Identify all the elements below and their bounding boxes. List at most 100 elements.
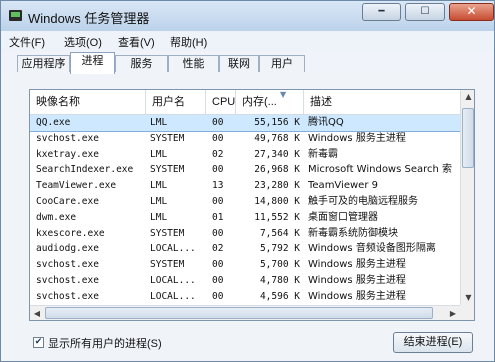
vertical-scrollbar[interactable]: ▲ ▼ — [460, 90, 474, 305]
cell-cpu: 02 — [212, 243, 224, 255]
cell-name: svchost.exe — [36, 290, 99, 302]
cell-desc: Microsoft Windows Search 索 — [308, 164, 453, 176]
menu-options[interactable]: 选项(O) — [64, 34, 102, 50]
table-row[interactable]: CooCare.exe LML 00 14,800 K 触手可及的电脑远程服务 — [30, 194, 460, 210]
cell-desc: Windows 服务主进程 — [308, 274, 406, 286]
cell-user: SYSTEM — [150, 259, 185, 271]
cell-user: LOCAL... — [150, 290, 196, 302]
column-user-name[interactable]: 用户名 — [146, 90, 206, 114]
cell-cpu: 00 — [212, 290, 224, 302]
table-row[interactable]: svchost.exe LOCAL... 00 4,596 K Windows 服务主进… — [30, 289, 460, 305]
cell-desc: Windows 服务主进程 — [308, 290, 406, 302]
cell-user: SYSTEM — [150, 132, 185, 144]
cell-name: dwm.exe — [36, 211, 77, 223]
cell-user: LOCAL... — [150, 274, 196, 286]
table-row[interactable]: dwm.exe LML 01 11,552 K 桌面窗口管理器 — [30, 210, 460, 226]
table-row[interactable]: svchost.exe SYSTEM 00 5,700 K Windows 服务主进程 — [30, 257, 460, 273]
column-image-name[interactable]: 映像名称 — [30, 90, 146, 114]
cell-name: svchost.exe — [36, 274, 99, 286]
cell-user: LML — [150, 211, 168, 223]
scroll-up-icon[interactable]: ▲ — [461, 90, 474, 104]
table-row[interactable]: SearchIndexer.exe SYSTEM 00 26,968 K Microso… — [30, 162, 460, 178]
cell-mem: 7,564 K — [259, 227, 300, 239]
column-header: 映像名称 用户名 CPU 内存(... 描述 ▼ — [30, 90, 460, 115]
cell-name: kxescore.exe — [36, 227, 105, 239]
close-icon: ✕ — [466, 4, 477, 18]
cell-desc: 新毒霸 — [308, 148, 338, 160]
cell-desc: Windows 音频设备图形隔离 — [308, 243, 436, 255]
process-list[interactable]: 映像名称 用户名 CPU 内存(... 描述 ▼ QQ.exe LML 00 55,1… — [29, 89, 475, 321]
grip-icon — [460, 305, 474, 320]
table-row[interactable]: TeamViewer.exe LML 13 23,280 K TeamViewer 9 — [30, 178, 460, 194]
cell-user: SYSTEM — [150, 227, 185, 239]
minimize-icon: ━ — [378, 6, 385, 17]
maximize-button[interactable]: ☐ — [405, 3, 445, 21]
process-rows: QQ.exe LML 00 55,156 K 腾讯QQ svchost.exe SYSTEM… — [30, 115, 460, 305]
cell-name: svchost.exe — [36, 132, 99, 144]
menu-view[interactable]: 查看(V) — [118, 34, 155, 50]
cell-mem: 49,768 K — [254, 132, 300, 144]
horizontal-scroll-thumb[interactable] — [45, 307, 433, 319]
table-row[interactable]: kxetray.exe LML 02 27,340 K 新毒霸 — [30, 147, 460, 163]
tab-processes[interactable]: 进程 — [70, 52, 115, 74]
tab-applications[interactable]: 应用程序 — [17, 55, 70, 72]
cell-name: CooCare.exe — [36, 195, 99, 207]
cell-user: LOCAL... — [150, 243, 196, 255]
menu-bar: 文件(F) 选项(O) 查看(V) 帮助(H) — [1, 31, 494, 51]
horizontal-scrollbar[interactable]: ◀ ▶ — [30, 305, 460, 320]
scroll-right-icon[interactable]: ▶ — [446, 306, 460, 320]
cell-cpu: 00 — [212, 195, 224, 207]
tab-users[interactable]: 用户 — [259, 55, 305, 72]
cell-user: LML — [150, 117, 168, 128]
cell-user: LML — [150, 195, 168, 207]
cell-mem: 4,780 K — [259, 274, 300, 286]
table-row[interactable]: kxescore.exe SYSTEM 00 7,564 K 新毒霸系统防御模块 — [30, 226, 460, 242]
cell-cpu: 00 — [212, 164, 224, 176]
cell-name: QQ.exe — [36, 117, 71, 128]
menu-file[interactable]: 文件(F) — [9, 34, 45, 50]
checkbox-icon[interactable]: ✔ — [33, 337, 44, 348]
vertical-scroll-thumb[interactable] — [462, 108, 474, 168]
window-title: Windows 任务管理器 — [28, 11, 150, 26]
cell-cpu: 00 — [212, 132, 224, 144]
cell-user: LML — [150, 180, 168, 192]
cell-mem: 5,700 K — [259, 259, 300, 271]
column-cpu[interactable]: CPU — [206, 90, 236, 114]
table-row[interactable]: QQ.exe LML 00 55,156 K 腾讯QQ — [30, 115, 460, 132]
cell-mem: 14,800 K — [254, 195, 300, 207]
table-row[interactable]: svchost.exe SYSTEM 00 49,768 K Windows 服务主进程 — [30, 131, 460, 147]
column-memory[interactable]: 内存(... — [236, 90, 304, 114]
cell-cpu: 00 — [212, 227, 224, 239]
cell-name: kxetray.exe — [36, 148, 99, 160]
app-icon — [9, 10, 22, 21]
scroll-down-icon[interactable]: ▼ — [461, 291, 474, 305]
menu-help[interactable]: 帮助(H) — [170, 34, 207, 50]
show-all-users-label[interactable]: 显示所有用户的进程(S) — [48, 335, 162, 351]
cell-desc: 触手可及的电脑远程服务 — [308, 195, 418, 207]
cell-user: SYSTEM — [150, 164, 185, 176]
table-row[interactable]: audiodg.exe LOCAL... 02 5,792 K Windows 音频设备… — [30, 241, 460, 257]
cell-name: TeamViewer.exe — [36, 180, 117, 192]
tab-services[interactable]: 服务 — [115, 55, 168, 72]
tab-performance[interactable]: 性能 — [168, 55, 219, 72]
cell-cpu: 02 — [212, 148, 224, 160]
cell-desc: Windows 服务主进程 — [308, 259, 406, 271]
close-button[interactable]: ✕ — [449, 3, 494, 21]
minimize-button[interactable]: ━ — [362, 3, 401, 21]
cell-cpu: 00 — [212, 274, 224, 286]
cell-mem: 5,792 K — [259, 243, 300, 255]
cell-name: SearchIndexer.exe — [36, 164, 134, 176]
title-bar[interactable]: Windows 任务管理器 ━ ☐ ✕ — [1, 1, 494, 31]
table-row[interactable]: svchost.exe LOCAL... 00 4,780 K Windows 服务主进… — [30, 273, 460, 289]
cell-cpu: 01 — [212, 211, 224, 223]
task-manager-window: Windows 任务管理器 ━ ☐ ✕ 文件(F) 选项(O) 查看(V) 帮助… — [0, 0, 495, 362]
sort-arrow-icon: ▼ — [280, 90, 287, 99]
column-description[interactable]: 描述 — [304, 90, 460, 114]
tab-networking[interactable]: 联网 — [219, 55, 259, 72]
tab-strip: 应用程序 进程 服务 性能 联网 用户 — [1, 51, 494, 74]
end-process-button[interactable]: 结束进程(E) — [393, 332, 473, 353]
cell-name: audiodg.exe — [36, 243, 99, 255]
cell-cpu: 13 — [212, 180, 224, 192]
cell-cpu: 00 — [212, 259, 224, 271]
scroll-left-icon[interactable]: ◀ — [30, 306, 44, 320]
